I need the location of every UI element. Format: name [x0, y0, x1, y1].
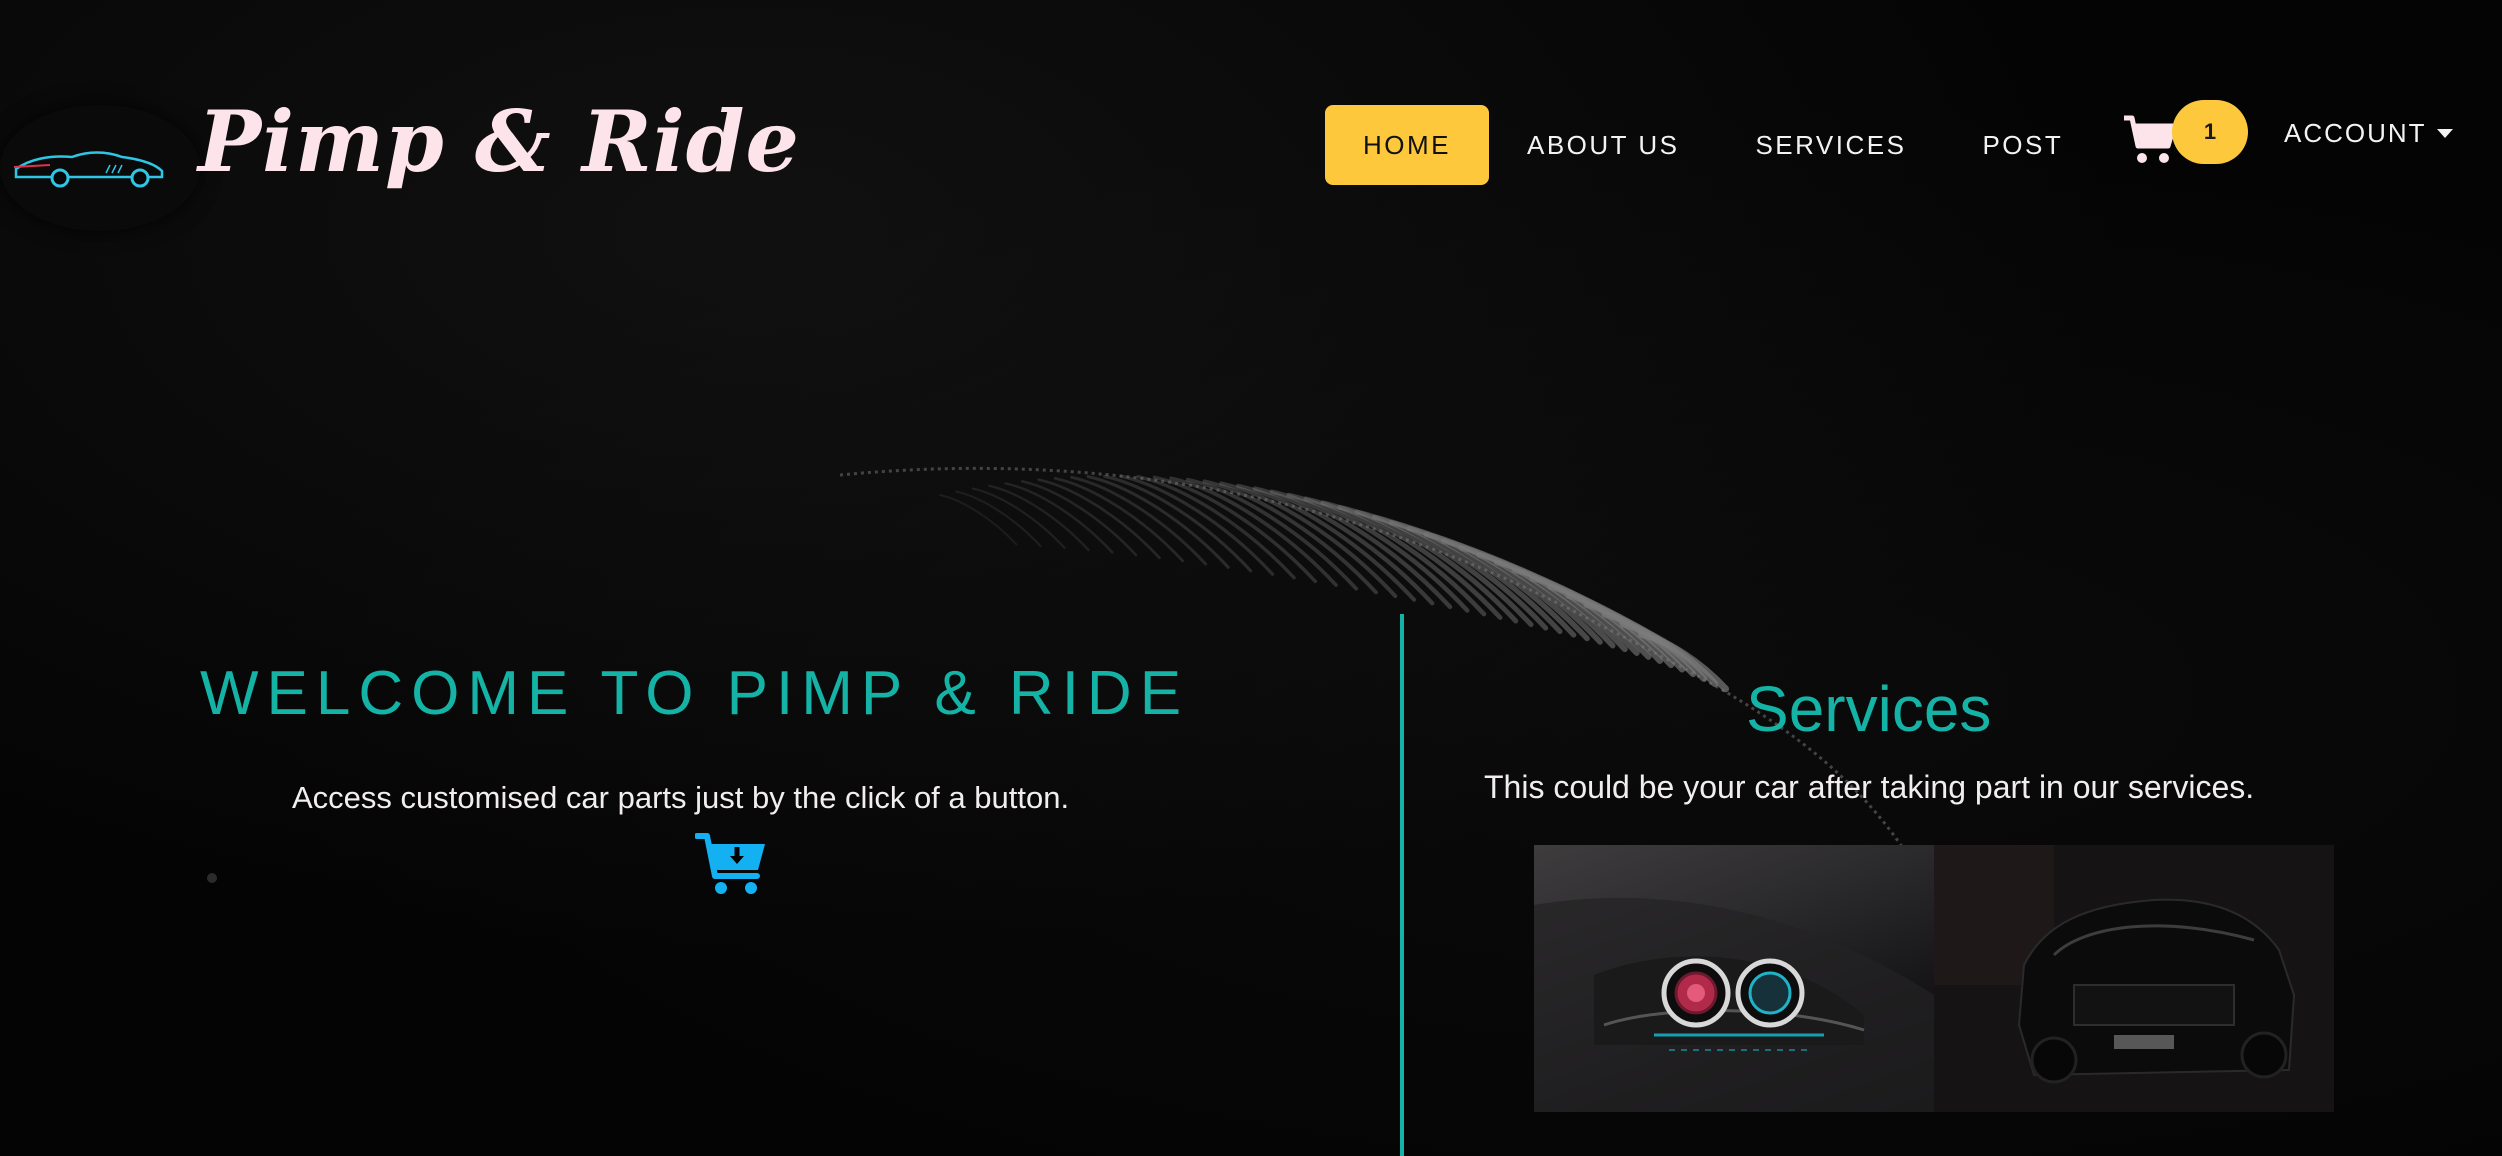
cart-button[interactable]: 1 [2122, 100, 2248, 180]
main-nav: HOME ABOUT US SERVICES POST [1325, 105, 2101, 185]
car-logo-icon [13, 151, 164, 188]
page: Pimp & Ride HOME ABOUT US SERVICES POST … [0, 0, 2502, 1156]
shopping-cart-icon [2124, 115, 2177, 163]
carousel-dot[interactable] [207, 873, 217, 883]
site-header: Pimp & Ride HOME ABOUT US SERVICES POST … [0, 0, 2502, 290]
nav-post[interactable]: POST [1944, 105, 2101, 185]
services-title: Services [1746, 673, 1992, 745]
cart-download-icon[interactable] [695, 832, 769, 898]
logo[interactable] [0, 105, 200, 231]
account-label: ACCOUNT [2284, 118, 2427, 148]
services-gallery [1534, 845, 2334, 1112]
nav-home[interactable]: HOME [1325, 105, 1489, 185]
services-text: This could be your car after taking part… [1484, 769, 2255, 805]
black-suv-photo [1934, 845, 2334, 1112]
section-divider [1400, 614, 1404, 1156]
nav-about-us[interactable]: ABOUT US [1489, 105, 1717, 185]
hero-title: WELCOME TO PIMP & RIDE [200, 659, 1190, 728]
nav-services[interactable]: SERVICES [1717, 105, 1944, 185]
brand-title[interactable]: Pimp & Ride [198, 92, 800, 191]
car-headlights-photo [1534, 845, 1934, 1112]
hero-subtitle: Access customised car parts just by the … [292, 780, 1070, 815]
caret-down-icon [2436, 129, 2453, 138]
cart-count-badge: 1 [2172, 100, 2248, 164]
account-menu[interactable]: ACCOUNT [2284, 118, 2453, 149]
